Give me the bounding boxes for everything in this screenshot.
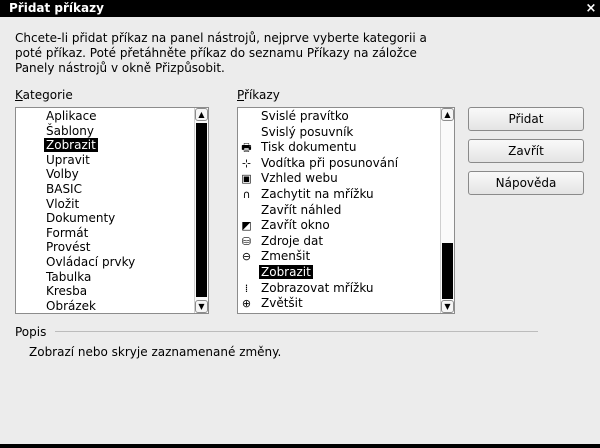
list-item-label: Zavřít okno [261,218,330,233]
list-item-label: Kresba [46,284,88,299]
web-layout-icon: ▣ [241,172,252,186]
commands-scroll-thumb[interactable] [442,243,453,299]
list-item[interactable]: Formát [44,226,90,241]
commands-list[interactable]: Svislé pravítko Svislý posuvník 🖶 Tisk doku… [237,107,455,314]
add-button[interactable]: Přidat [468,107,584,131]
list-item-label: Upravit [46,152,90,167]
categories-label-rest: ategorie [22,88,73,102]
list-item[interactable]: Svislý posuvník [259,125,355,140]
description-label: Popis [15,325,47,339]
list-item-label: Zobrazit [44,138,98,153]
list-item-label: Zmenšit [261,249,311,264]
scroll-up-icon[interactable]: ▲ [441,108,454,121]
categories-scrollbar[interactable]: ▲ ▼ [194,108,208,313]
list-item[interactable]: ⛁ Zdroje dat [242,233,325,249]
commands-scrollbar[interactable]: ▲ ▼ [440,108,454,313]
close-icon[interactable]: × [584,1,598,16]
list-item-label: BASIC [46,182,82,196]
bottom-edge [0,444,600,448]
list-item[interactable]: ∩ Zachytit na mřížku [242,187,376,202]
list-item[interactable]: Vložit [44,197,81,212]
window-title: Přidat příkazy [9,1,104,15]
list-item-label: Šablony [46,123,94,138]
title-bar[interactable]: Přidat příkazy × [0,0,600,17]
scroll-down-icon[interactable]: ▼ [441,300,454,313]
list-item-label: Tisk dokumentu [261,140,357,155]
list-item-label: Vzhled webu [261,171,338,186]
commands-label-mnemonic: P [237,88,245,102]
data-sources-icon: ⛁ [241,234,252,248]
guides-icon: ⊹ [241,156,252,170]
list-item[interactable]: Ovládací prvky [44,255,137,270]
magnet-icon: ∩ [242,188,251,201]
description-text: Zobrazí nebo skryje zaznamenané změny. [29,345,282,359]
description-divider [55,331,538,332]
list-item[interactable]: Zavřít náhled [259,203,343,218]
list-item-label: Tabulka [46,269,92,284]
zoom-in-icon: ⊕ [241,297,252,311]
print-icon: 🖶 [241,141,252,155]
list-item[interactable]: ◩ Zavřít okno [241,218,332,233]
list-item[interactable]: Provést [44,240,92,255]
list-item-label: Zvětšit [261,296,303,311]
help-button[interactable]: Nápověda [468,171,584,195]
scroll-up-icon[interactable]: ▲ [195,108,208,121]
list-item-label: Obrázek [46,298,96,313]
list-item[interactable]: ⊖ Zmenšit [242,249,312,264]
list-item-label: Vložit [46,196,80,211]
list-item-label: Provést [46,240,91,255]
list-item[interactable]: ⊹ Vodítka při posunování [242,155,400,171]
commands-label-rest: říkazy [244,88,280,102]
list-item-label: Vodítka při posunování [261,155,399,170]
list-item[interactable]: Obrázek [44,298,98,313]
list-item-label: Dokumenty [46,211,116,226]
categories-label-mnemonic: K [15,88,23,102]
list-item[interactable]: Upravit [44,153,92,168]
list-item[interactable]: BASIC [44,182,84,197]
list-item[interactable]: Volby [44,167,81,182]
list-item[interactable]: Šablony [44,124,96,139]
list-item-label: Formát [46,225,89,240]
commands-label: Příkazy [237,88,280,102]
list-item[interactable]: Aplikace [44,109,99,124]
list-item[interactable]: ⊕ Zvětšit [242,296,305,311]
list-item-label: Zavřít náhled [261,202,342,217]
list-item-label: Aplikace [46,109,97,123]
list-item-label: Svislé pravítko [261,109,349,123]
list-item[interactable]: Svislé pravítko [259,109,351,124]
list-item-label: Volby [46,167,79,182]
list-item-label: Ovládací prvky [46,255,136,269]
list-item[interactable]: Kresba [44,284,89,299]
categories-list[interactable]: Aplikace Šablony Zobrazit Upravit Volby BASIC… [15,107,209,314]
intro-text: Chcete-li přidat příkaz na panel nástroj… [15,31,427,75]
list-item[interactable]: Dokumenty [44,211,117,226]
list-item[interactable]: ⁞ Zobrazovat mřížku [245,280,376,296]
list-item[interactable]: ▣ Vzhled webu [241,171,340,186]
list-item[interactable]: Zobrazit [44,138,98,153]
close-button[interactable]: Zavřít [468,139,584,163]
list-item-label: Svislý posuvník [261,124,354,139]
grid-icon: ⁞ [244,281,249,295]
list-item[interactable]: Tabulka [44,270,93,285]
list-item-label: Zachytit na mřížku [261,187,374,201]
list-item[interactable]: 🖶 Tisk dokumentu [241,140,358,155]
zoom-out-icon: ⊖ [241,250,252,264]
categories-scroll-track[interactable] [195,121,208,300]
list-item-label: Zobrazit [259,265,313,279]
list-item-label: Zdroje dat [261,233,324,248]
categories-label: Kategorie [15,88,73,102]
list-item-label: Zobrazovat mřížku [261,280,374,295]
categories-scroll-thumb[interactable] [196,123,207,297]
close-window-icon: ◩ [241,219,252,233]
scroll-down-icon[interactable]: ▼ [195,300,208,313]
commands-scroll-track[interactable] [441,121,454,300]
list-item[interactable]: Zobrazit [259,265,313,280]
